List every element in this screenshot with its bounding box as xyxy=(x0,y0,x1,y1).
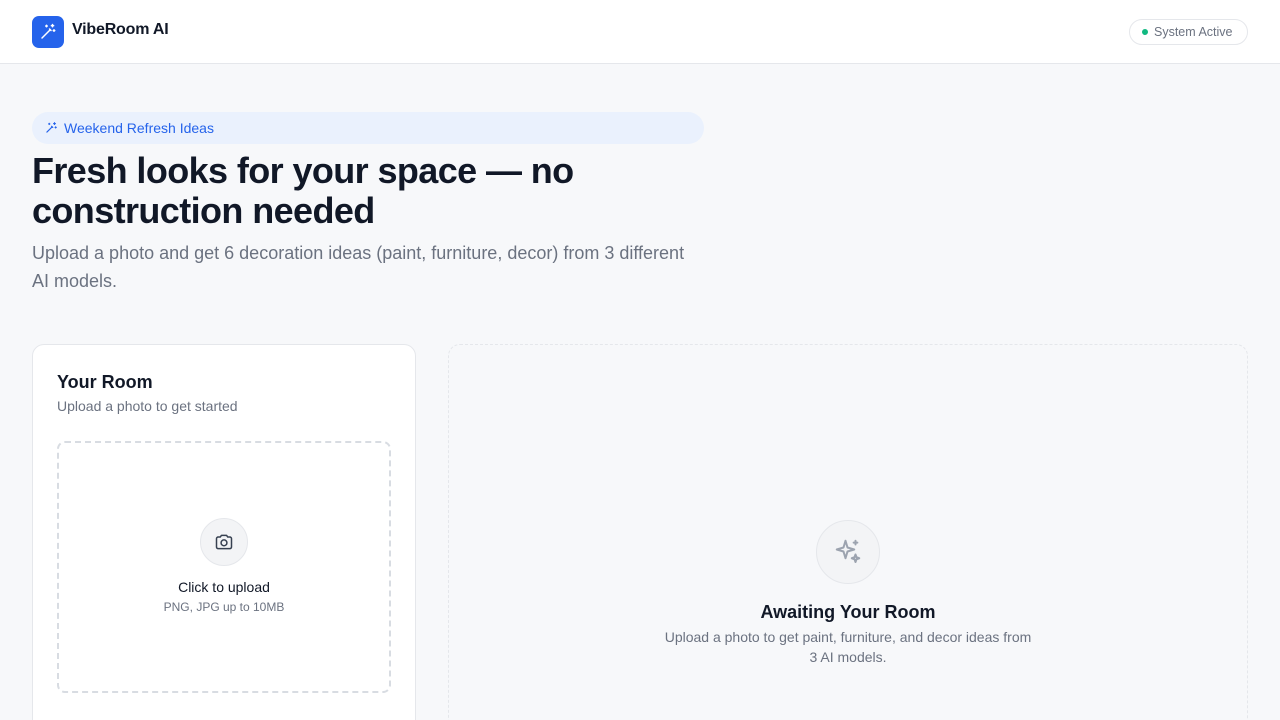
photo-upload-dropzone[interactable]: Click to upload PNG, JPG up to 10MB xyxy=(57,441,391,693)
brand-name[interactable]: VibeRoom AI xyxy=(72,21,169,39)
room-card-subtitle: Upload a photo to get started xyxy=(57,398,238,414)
hero-badge-label: Weekend Refresh Ideas xyxy=(64,120,214,136)
top-bar: VibeRoom AI System Active xyxy=(0,0,1280,64)
status-badge: System Active xyxy=(1129,19,1248,45)
sparkles-wand-icon xyxy=(44,121,58,135)
status-label: System Active xyxy=(1154,25,1233,39)
room-card: Your Room Upload a photo to get started … xyxy=(32,344,416,720)
awaiting-subtitle: Upload a photo to get paint, furniture, … xyxy=(664,629,1032,665)
results-panel: Awaiting Your Room Upload a photo to get… xyxy=(448,344,1248,720)
awaiting-title: Awaiting Your Room xyxy=(760,602,936,622)
upload-label: Click to upload xyxy=(178,579,270,595)
page-subtitle: Upload a photo and get 6 decoration idea… xyxy=(32,243,685,291)
room-card-title: Your Room xyxy=(57,372,153,392)
page-title: Fresh looks for your space — no construc… xyxy=(32,150,574,231)
hero-badge: Weekend Refresh Ideas xyxy=(32,112,704,144)
camera-icon xyxy=(200,518,248,566)
sparkles-icon xyxy=(816,520,880,584)
status-dot-icon xyxy=(1142,29,1148,35)
upload-hint: PNG, JPG up to 10MB xyxy=(163,600,285,614)
magic-wand-icon[interactable] xyxy=(32,16,64,48)
